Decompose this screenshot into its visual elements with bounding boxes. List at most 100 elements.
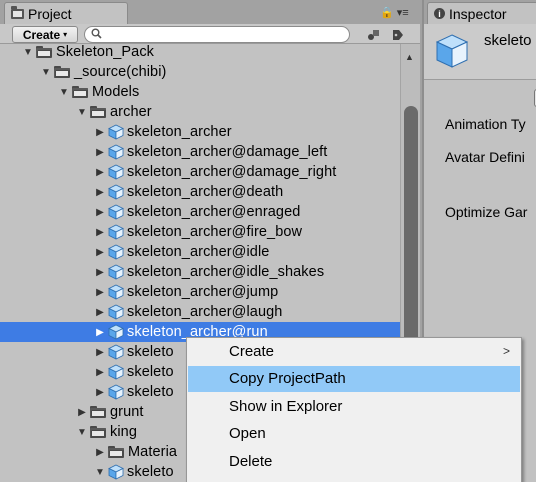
- search-icon: [91, 28, 102, 42]
- asset-name: skeleto: [484, 32, 532, 49]
- tree-item-label: archer: [110, 104, 152, 120]
- scroll-up-icon[interactable]: ▲: [405, 52, 414, 62]
- expand-arrow-icon[interactable]: ▶: [94, 247, 106, 258]
- tree-model-row[interactable]: ▶ skeleton_archer@laugh: [0, 302, 400, 322]
- optimize-game-objects-label: Optimize Gar: [445, 204, 528, 220]
- info-icon: i: [434, 8, 445, 19]
- asset-header: skeleto: [424, 24, 536, 80]
- expand-arrow-icon[interactable]: ▶: [94, 387, 106, 398]
- expand-arrow-icon[interactable]: ▶: [94, 367, 106, 378]
- create-button-label: Create: [22, 27, 61, 42]
- model-asset-icon: [108, 364, 124, 380]
- expand-arrow-icon[interactable]: ▶: [76, 407, 88, 418]
- expand-arrow-icon[interactable]: ▶: [94, 307, 106, 318]
- model-asset-icon: [108, 264, 124, 280]
- menu-item-create[interactable]: Create >: [188, 338, 520, 364]
- tree-item-label: skeleton_archer@idle_shakes: [127, 264, 325, 280]
- search-field[interactable]: [84, 26, 350, 43]
- model-asset-icon: [108, 324, 124, 340]
- search-input[interactable]: [105, 27, 345, 42]
- project-tab-strip: Project 🔒 ▾≡: [0, 0, 420, 24]
- filter-by-type-icon[interactable]: [364, 27, 384, 42]
- tree-item-label: skeleton_archer@enraged: [127, 204, 301, 220]
- expand-arrow-icon[interactable]: ▶: [94, 327, 106, 338]
- tree-item-label: Materia: [128, 444, 178, 460]
- tree-model-row[interactable]: ▶ skeleton_archer@damage_left: [0, 142, 400, 162]
- tree-model-row[interactable]: ▶ skeleton_archer@fire_bow: [0, 222, 400, 242]
- collapse-arrow-icon[interactable]: ▼: [94, 467, 106, 478]
- expand-arrow-icon[interactable]: ▶: [94, 207, 106, 218]
- tab-project[interactable]: Project: [4, 2, 128, 24]
- tab-inspector[interactable]: i Inspector: [427, 2, 536, 24]
- expand-arrow-icon[interactable]: ▶: [94, 167, 106, 178]
- collapse-arrow-icon[interactable]: ▼: [76, 107, 88, 118]
- model-asset-icon: [108, 164, 124, 180]
- folder-icon: [90, 106, 107, 118]
- menu-item-copy-projectpath[interactable]: Copy ProjectPath: [188, 365, 520, 392]
- tree-item-label: skeleton_archer@idle: [127, 244, 270, 260]
- tree-item-label: _source(chibi): [74, 64, 167, 80]
- submenu-arrow-icon: >: [502, 344, 510, 358]
- tree-item-label: skeleto: [127, 364, 174, 380]
- expand-arrow-icon[interactable]: ▶: [94, 287, 106, 298]
- tree-model-row[interactable]: ▶ skeleton_archer: [0, 122, 400, 142]
- collapse-arrow-icon[interactable]: ▼: [76, 427, 88, 438]
- tree-item-label: skeleton_archer@death: [127, 184, 284, 200]
- folder-icon: [90, 406, 107, 418]
- tree-folder-row[interactable]: ▼ archer: [0, 102, 400, 122]
- tree-item-label: Models: [92, 84, 140, 100]
- expand-arrow-icon[interactable]: ▶: [94, 187, 106, 198]
- expand-arrow-icon[interactable]: ▶: [94, 447, 106, 458]
- animation-type-label: Animation Ty: [445, 116, 526, 132]
- menu-item-show-in-explorer[interactable]: Show in Explorer: [188, 393, 520, 419]
- expand-arrow-icon[interactable]: ▶: [94, 147, 106, 158]
- tree-item-label: skeleto: [127, 344, 174, 360]
- model-asset-icon: [108, 224, 124, 240]
- chevron-down-icon: ▾: [63, 30, 68, 39]
- model-asset-icon: [108, 144, 124, 160]
- tree-model-row[interactable]: ▶ skeleton_archer@jump: [0, 282, 400, 302]
- lock-menu-icon[interactable]: 🔒 ▾≡: [380, 6, 409, 19]
- folder-icon: [72, 86, 89, 98]
- tree-folder-row[interactable]: ▼ Models: [0, 82, 400, 102]
- tree-item-label: skeleto: [127, 464, 174, 480]
- model-asset-icon: [108, 344, 124, 360]
- model-asset-icon: [108, 184, 124, 200]
- tree-item-label: skeleton_archer@damage_right: [127, 164, 337, 180]
- filter-by-label-icon[interactable]: [388, 27, 408, 42]
- expand-arrow-icon[interactable]: ▶: [94, 347, 106, 358]
- tree-model-row[interactable]: ▶ skeleton_archer@death: [0, 182, 400, 202]
- folder-icon: [36, 46, 53, 58]
- tree-item-label: skeleton_archer@damage_left: [127, 144, 328, 160]
- tree-item-label: skeleto: [127, 384, 174, 400]
- tree-model-row[interactable]: ▶ skeleton_archer@enraged: [0, 202, 400, 222]
- menu-item-open[interactable]: Open: [188, 421, 520, 447]
- tree-folder-row[interactable]: ▼ _source(chibi): [0, 62, 400, 82]
- tree-item-label: skeleton_archer@fire_bow: [127, 224, 303, 240]
- tree-folder-row[interactable]: ▼ Skeleton_Pack: [0, 44, 400, 62]
- model-asset-icon: [108, 384, 124, 400]
- tab-inspector-label: Inspector: [449, 5, 507, 22]
- context-menu: Create > Copy ProjectPath Show in Explorer O…: [186, 337, 522, 482]
- collapse-arrow-icon[interactable]: ▼: [40, 67, 52, 78]
- tree-model-row[interactable]: ▶ skeleton_archer@idle_shakes: [0, 262, 400, 282]
- tree-item-label: king: [110, 424, 137, 440]
- expand-arrow-icon[interactable]: ▶: [94, 227, 106, 238]
- model-asset-icon: [108, 284, 124, 300]
- menu-item-delete[interactable]: Delete: [188, 448, 520, 474]
- tree-model-row[interactable]: ▶ skeleton_archer@idle: [0, 242, 400, 262]
- model-asset-icon: [108, 204, 124, 220]
- menu-item-label: Copy ProjectPath: [229, 370, 346, 387]
- tree-model-row[interactable]: ▶ skeleton_archer@damage_right: [0, 162, 400, 182]
- avatar-definition-label: Avatar Defini: [445, 149, 525, 165]
- create-button[interactable]: Create ▾: [12, 26, 78, 43]
- tree-item-label: skeleton_archer: [127, 124, 232, 140]
- project-toolbar: Create ▾: [0, 24, 420, 44]
- menu-item-label: Delete: [229, 452, 273, 470]
- expand-arrow-icon[interactable]: ▶: [94, 267, 106, 278]
- collapse-arrow-icon[interactable]: ▼: [58, 87, 70, 98]
- expand-arrow-icon[interactable]: ▶: [94, 127, 106, 138]
- model-asset-icon: [108, 124, 124, 140]
- collapse-arrow-icon[interactable]: ▼: [22, 47, 34, 58]
- tree-item-label: Skeleton_Pack: [56, 44, 155, 60]
